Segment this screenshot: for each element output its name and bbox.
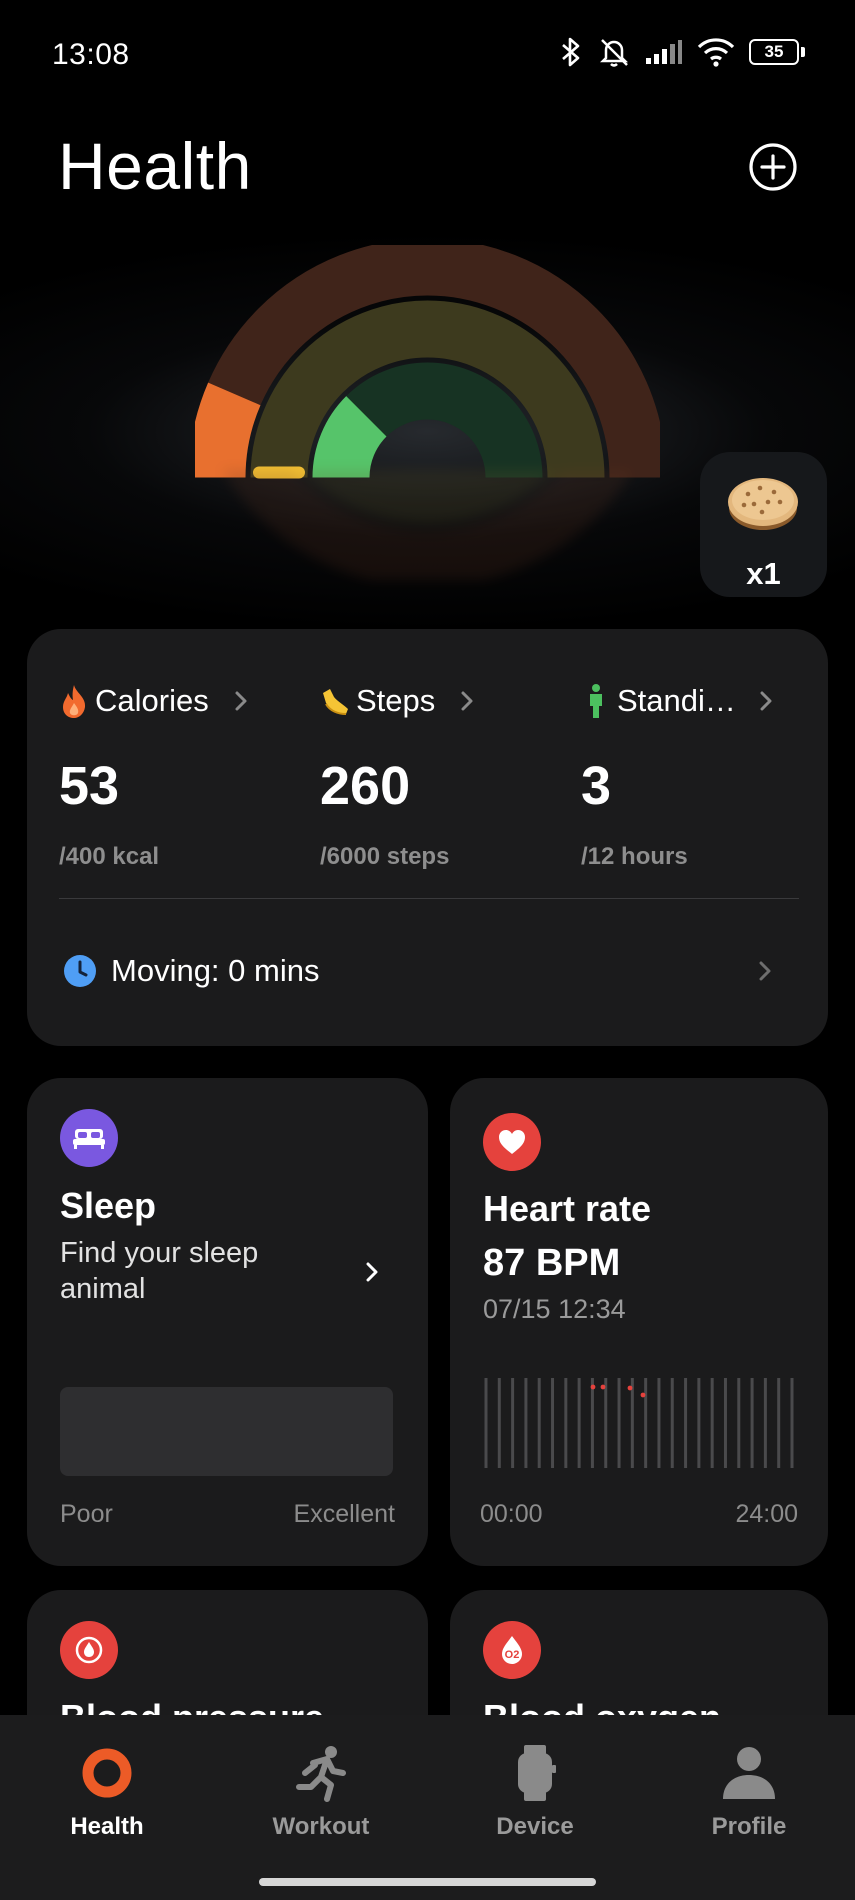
calories-ring-progress [195,382,261,479]
heart-rate-reading [627,1385,633,1391]
chevron-right-icon [461,691,473,711]
heart-rate-value: 87 BPM [483,1242,621,1284]
standing-label: Standi… [617,683,736,718]
status-time: 13:08 [52,38,130,71]
steps-goal: /6000 steps [320,843,450,870]
heart-rate-title: Heart rate [483,1188,652,1229]
bottom-nav: Health Workout Device Profile [0,1715,855,1900]
sleep-title: Sleep [60,1185,157,1226]
calories-goal: /400 kcal [59,843,160,870]
chevron-right-icon[interactable] [757,959,773,983]
standing-ring-progress [312,396,388,479]
bluetooth-icon [562,37,580,67]
nav-health-label: Health [70,1813,144,1840]
battery-level: 35 [749,39,799,65]
standing-metric[interactable]: Standi… 3 /12 hours [581,679,774,871]
nav-device-label: Device [496,1813,574,1840]
divider [59,898,799,899]
nav-workout[interactable]: Workout [246,1743,396,1841]
reward-count: x1 [746,556,781,591]
standing-value: 3 [581,756,612,816]
calories-value: 53 [59,756,120,816]
watch-icon [518,1745,556,1801]
steps-value: 260 [320,756,411,816]
person-icon [723,1747,775,1799]
home-indicator [259,1878,596,1886]
sleep-scale-low: Poor [60,1500,113,1528]
steps-label: Steps [356,683,436,718]
activity-rings-reflection [195,470,660,580]
nav-device[interactable]: Device [460,1743,610,1841]
moving-label: Moving: 0 mins [111,953,320,988]
mute-notifications-icon [599,39,629,67]
standing-goal: /12 hours [581,843,688,870]
heart-rate-timestamp: 07/15 12:34 [483,1294,626,1324]
shoe-icon [323,689,348,715]
heart-rate-reading [640,1392,646,1398]
battery-icon: 35 [749,39,805,65]
heart-rate-chart [484,1378,794,1468]
sleep-scale-high: Excellent [293,1500,395,1528]
svg-text:O2: O2 [505,1649,520,1661]
chevron-right-icon [235,691,247,711]
health-ring-icon [82,1748,132,1798]
moving-row[interactable]: Moving: 0 mins [63,953,319,989]
calories-metric[interactable]: Calories 53 /400 kcal [59,679,249,871]
plus-circle-icon[interactable] [747,141,799,193]
o2-icon: O2 [483,1621,541,1679]
heart-rate-axis-end: 24:00 [735,1500,798,1528]
heart-rate-axis-start: 00:00 [480,1500,543,1528]
clock-icon [64,955,96,987]
calories-label: Calories [95,683,209,718]
activity-rings[interactable] [195,245,660,485]
nav-health[interactable]: Health [32,1743,182,1841]
sleep-card[interactable]: Sleep Find your sleep animal Poor Excell… [27,1078,428,1566]
reward-badge[interactable]: x1 [700,452,827,597]
wifi-icon [697,38,735,67]
nav-workout-label: Workout [272,1813,370,1840]
chevron-right-icon [760,691,772,711]
activity-summary-card[interactable]: Calories 53 /400 kcal Steps 260 /6000 st… [27,629,828,1046]
heart-rate-card[interactable]: Heart rate 87 BPM 07/15 12:34 00:00 24:0… [450,1078,828,1566]
bed-icon [60,1109,118,1167]
sleep-score-bar [60,1387,393,1476]
chevron-right-icon[interactable] [364,1260,380,1284]
flame-icon [63,685,86,718]
nav-profile[interactable]: Profile [674,1743,824,1841]
nav-profile-label: Profile [711,1813,787,1840]
standing-person-icon [590,684,602,718]
blood-drop-icon [60,1621,118,1679]
heart-rate-reading [590,1384,596,1390]
heart-rate-reading [600,1384,606,1390]
status-bar: 13:08 35 [0,0,855,110]
status-icons: 35 [559,36,805,68]
sleep-subtitle: Find your sleep animal [60,1237,259,1305]
steps-metric[interactable]: Steps 260 /6000 steps [320,679,475,871]
signal-icon [646,40,682,64]
page-title: Health [58,129,252,203]
cookie-icon [728,478,798,530]
running-icon [296,1746,346,1802]
heart-icon [483,1113,541,1171]
